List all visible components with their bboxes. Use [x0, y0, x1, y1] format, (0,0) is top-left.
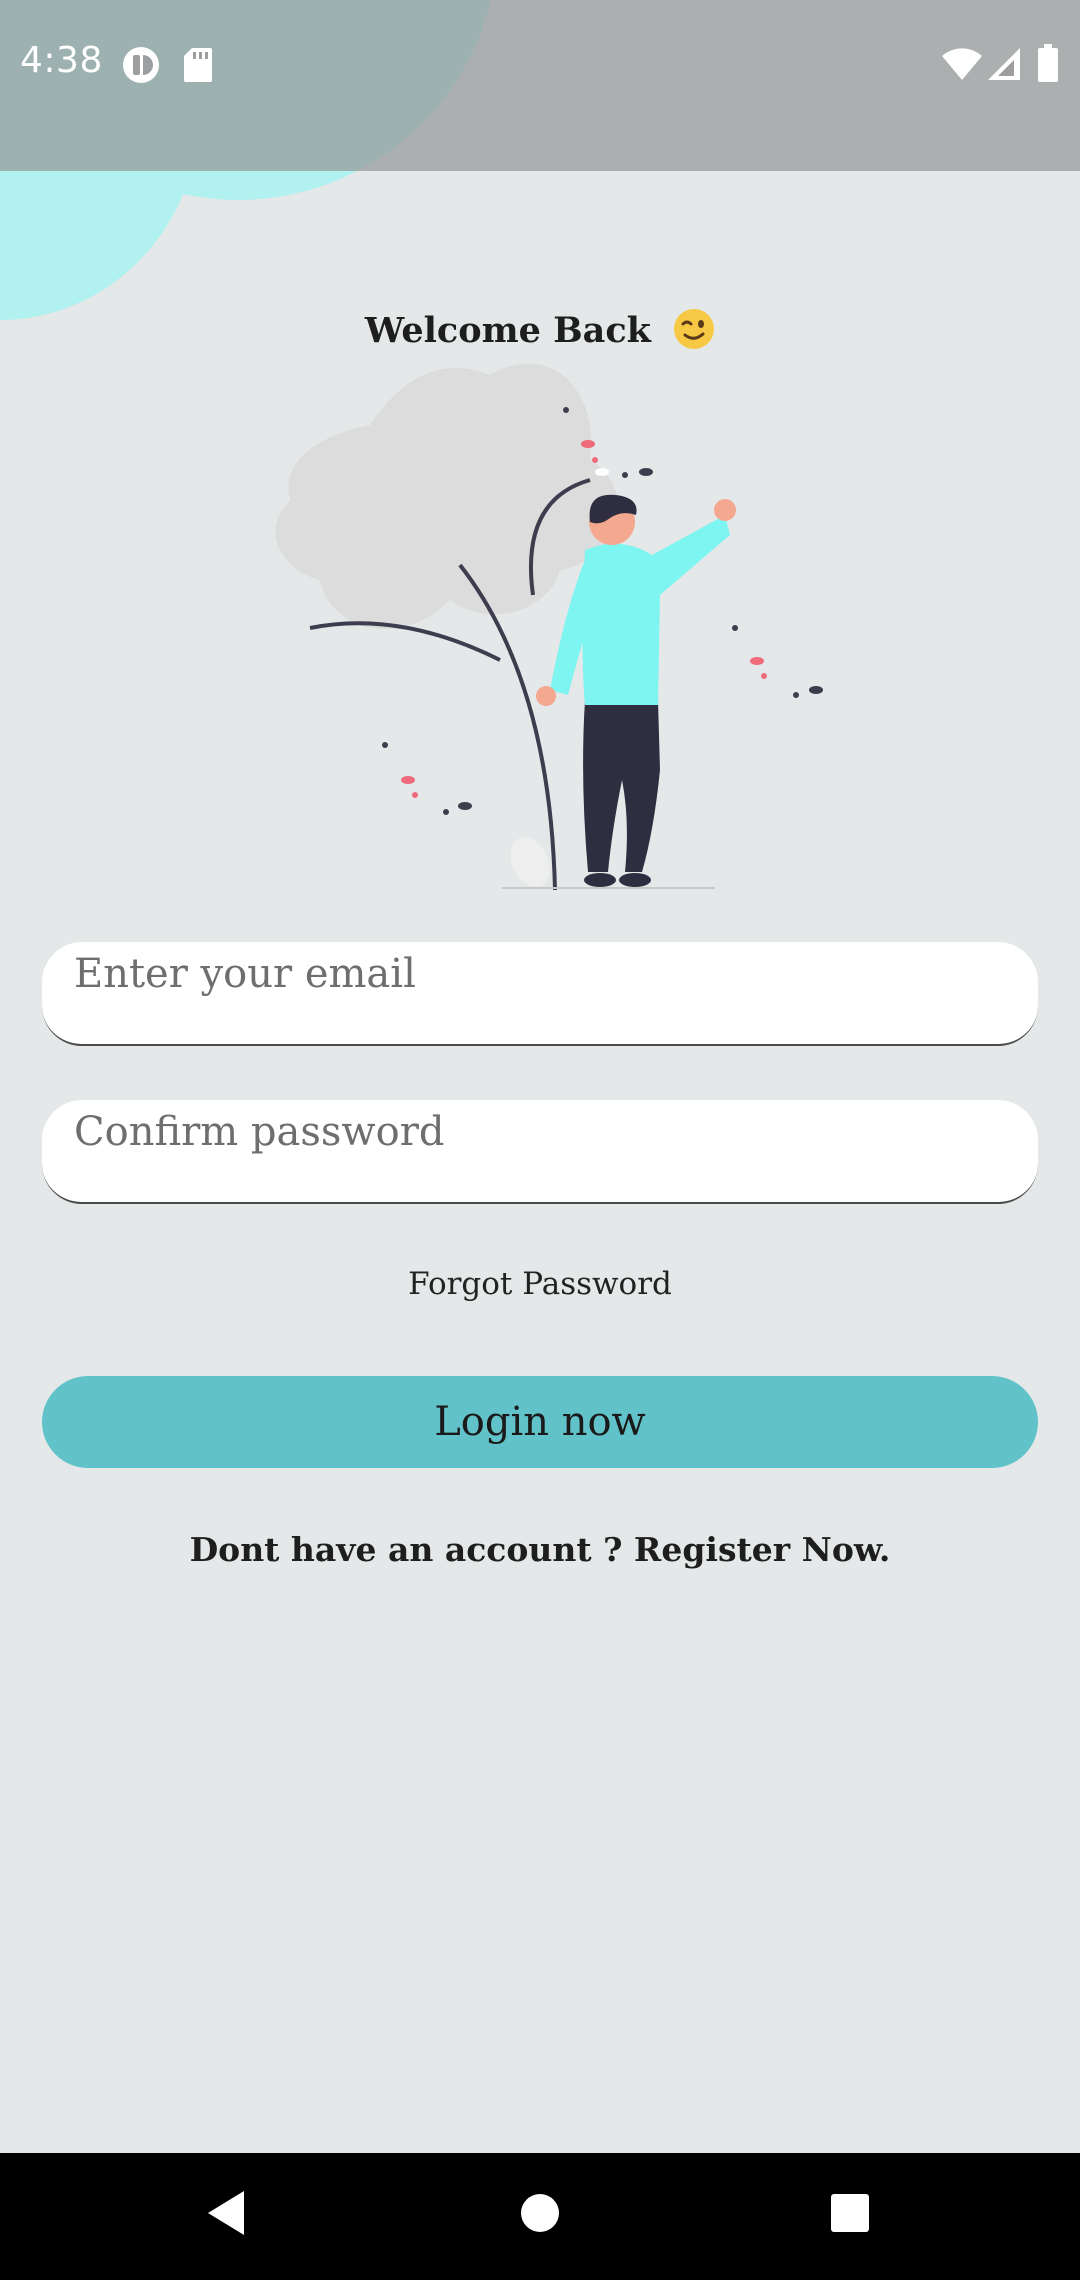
battery-icon — [1038, 44, 1058, 82]
email-field-container — [42, 942, 1038, 1046]
forgot-password-link[interactable]: Forgot Password — [0, 1266, 1080, 1302]
email-input[interactable] — [74, 946, 994, 1002]
password-input[interactable] — [74, 1104, 994, 1160]
wifi-icon — [942, 48, 982, 80]
status-time: 4:38 — [20, 40, 103, 81]
recents-icon[interactable] — [820, 2183, 880, 2243]
status-bar: 4:38 — [0, 0, 1080, 171]
login-button[interactable]: Login now — [42, 1376, 1038, 1468]
winking-face-icon — [674, 309, 715, 349]
back-icon[interactable] — [196, 2183, 256, 2243]
home-icon[interactable] — [510, 2183, 570, 2243]
signal-icon — [988, 48, 1020, 80]
navigation-bar — [0, 2153, 1080, 2280]
welcome-title: Welcome Back — [0, 308, 1080, 351]
welcome-text: Welcome Back — [364, 310, 651, 351]
login-screen: 4:38 Welcome Back Enter your email Forgo… — [0, 0, 1080, 2280]
password-field-container — [42, 1100, 1038, 1204]
register-link[interactable]: Dont have an account ? Register Now. — [0, 1530, 1080, 1569]
person-waving-illustration — [275, 363, 823, 891]
sd-card-icon — [184, 48, 212, 82]
app-notification-icon — [123, 47, 159, 83]
